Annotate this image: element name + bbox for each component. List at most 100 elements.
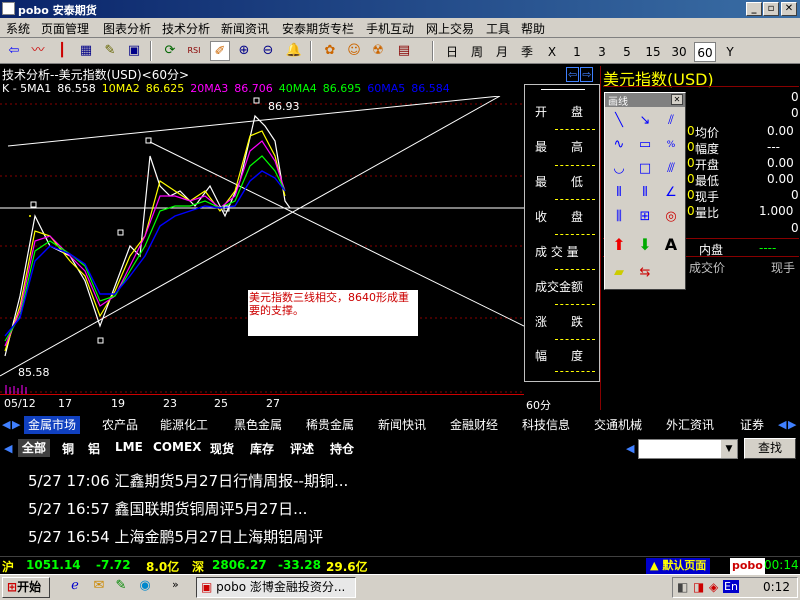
fan-tool-icon[interactable]: ⫻	[661, 159, 681, 179]
cycle-tool-icon[interactable]: ⦀	[635, 183, 655, 203]
tray-icon[interactable]: ◧	[677, 580, 688, 594]
menu-antai-column[interactable]: 安泰期货专栏	[282, 20, 354, 37]
period-1[interactable]: 1	[567, 42, 587, 62]
period-day[interactable]: 日	[442, 42, 462, 62]
media-icon[interactable]: ◉	[136, 578, 154, 596]
ray-tool-icon[interactable]: ↘	[635, 111, 655, 131]
kline-chart[interactable]	[0, 96, 524, 394]
tab-forex[interactable]: 外汇资讯	[662, 416, 718, 434]
mail-icon[interactable]: ✉	[90, 578, 108, 596]
news-item[interactable]: 5/27 16:54 上海金鹏5月27日上海期铝周评	[28, 526, 323, 547]
period-15[interactable]: 15	[642, 42, 664, 62]
line-chart-icon[interactable]: 〰	[28, 41, 48, 61]
subtab-all[interactable]: 全部	[18, 439, 51, 457]
kline-icon[interactable]: ┃	[52, 41, 72, 61]
subtab-spot[interactable]: 现货	[210, 440, 234, 457]
menu-page-manage[interactable]: 页面管理	[41, 20, 89, 37]
quick-launch-more-icon[interactable]: »	[172, 578, 179, 591]
search-button[interactable]: 查找	[744, 438, 796, 459]
smile-icon[interactable]: ☺	[344, 41, 364, 61]
default-page-button[interactable]: ▲ 默认页面	[646, 558, 711, 574]
search-dropdown[interactable]: ▼	[638, 439, 738, 459]
menu-help[interactable]: 帮助	[521, 20, 545, 37]
pencil-icon[interactable]: ✐	[210, 41, 230, 61]
menu-mobile[interactable]: 手机互动	[366, 20, 414, 37]
period-30[interactable]: 30	[668, 42, 690, 62]
rsi-icon[interactable]: RSI	[184, 41, 204, 61]
menu-tools[interactable]: 工具	[486, 20, 510, 37]
tab-ferrous[interactable]: 黑色金属	[230, 416, 286, 434]
tab-precious[interactable]: 稀贵金属	[302, 416, 358, 434]
draw-tool-palette[interactable]: 画线 ✕ ╲ ↘ ⫽ ∿ ▭ % ◡ □ ⫻ ⦀ ⦀ ∠ ⫼ ⊞ ◎ ⬆ ⬇ A…	[604, 92, 686, 290]
chart-area[interactable]: 技术分析--美元指数(USD)<60分> ⇦ ⇨ K - 5MA1 86.558 10…	[0, 66, 600, 412]
tab-energy[interactable]: 能源化工	[156, 416, 212, 434]
zoom-in-icon[interactable]: ⊕	[234, 41, 254, 61]
zoom-out-icon[interactable]: ⊖	[258, 41, 278, 61]
period-3[interactable]: 3	[592, 42, 612, 62]
box-tool-icon[interactable]: □	[635, 159, 655, 179]
alarm-icon[interactable]: 🔔	[284, 41, 304, 61]
taskbar-app-button[interactable]: ▣ pobo 澎博金融投资分...	[196, 577, 356, 598]
menu-tech-analysis[interactable]: 技术分析	[162, 20, 210, 37]
flower-icon[interactable]: ✿	[320, 41, 340, 61]
period-month[interactable]: 月	[492, 42, 512, 62]
tray-icon[interactable]: ◈	[709, 580, 718, 594]
subtab-inventory[interactable]: 库存	[250, 440, 274, 457]
ie-icon[interactable]: ℯ	[66, 578, 84, 596]
palette-close-button[interactable]: ✕	[671, 94, 683, 105]
tab-agri[interactable]: 农产品	[98, 416, 142, 434]
subtab-lme[interactable]: LME	[115, 440, 143, 454]
delete-lines-icon[interactable]: ⇆	[635, 263, 655, 283]
angle-tool-icon[interactable]: ∠	[661, 183, 681, 203]
up-arrow-icon[interactable]: ⬆	[609, 235, 629, 255]
maximize-button[interactable]: ▫	[763, 2, 779, 16]
tab-right-arrow-icon[interactable]: ▶	[12, 418, 20, 431]
table-icon[interactable]: ▦	[76, 41, 96, 61]
tab-scroll-right-icon[interactable]: ▶	[788, 418, 796, 431]
tab-finance[interactable]: 金融财经	[446, 416, 502, 434]
ime-indicator[interactable]: En	[723, 580, 739, 593]
arc-tool-icon[interactable]: ◡	[609, 159, 629, 179]
edit-icon[interactable]: ✎	[112, 578, 130, 596]
subtab-copper[interactable]: 铜	[62, 440, 74, 457]
period-x[interactable]: X	[542, 42, 562, 62]
radiation-icon[interactable]: ☢	[368, 41, 388, 61]
period-60-selected[interactable]: 60	[694, 42, 716, 62]
line-tool-icon[interactable]: ╲	[609, 111, 629, 131]
tray-icon[interactable]: ◨	[693, 580, 704, 594]
parallel-tool-icon[interactable]: ⫽	[661, 111, 681, 131]
circle-tool-icon[interactable]: ◎	[661, 207, 681, 227]
refresh-icon[interactable]: ⟳	[160, 41, 180, 61]
menu-system[interactable]: 系统	[6, 20, 30, 37]
dropdown-arrow-icon[interactable]: ▼	[721, 440, 737, 458]
book-icon[interactable]: ▤	[394, 41, 414, 61]
subtab-right-icon[interactable]: ◀	[626, 442, 634, 455]
eraser-icon[interactable]: ▰	[609, 263, 629, 283]
news-item[interactable]: 5/27 16:57 鑫国联期货铜周评5月27日...	[28, 498, 307, 519]
subtab-left-icon[interactable]: ◀	[4, 442, 12, 455]
tab-transport[interactable]: 交通机械	[590, 416, 646, 434]
chart-nav-arrows[interactable]: ⇦ ⇨	[566, 67, 594, 82]
back-arrow-icon[interactable]: ⇦	[4, 41, 24, 61]
tab-securities[interactable]: 证券	[736, 416, 768, 434]
period-y[interactable]: Y	[720, 42, 740, 62]
note-icon[interactable]: ✎	[100, 41, 120, 61]
down-arrow-icon[interactable]: ⬇	[635, 235, 655, 255]
rect-tool-icon[interactable]: ▭	[635, 135, 655, 155]
period-week[interactable]: 周	[467, 42, 487, 62]
news-item[interactable]: 5/27 17:06 汇鑫期货5月27日行情周报--期铜...	[28, 470, 348, 491]
prev-arrow-icon[interactable]: ⇦	[566, 67, 580, 82]
tab-metal-market[interactable]: 金属市场	[24, 416, 81, 434]
channel-tool-icon[interactable]: ⫼	[609, 207, 629, 227]
minimize-button[interactable]: _	[746, 2, 762, 16]
tab-newsflash[interactable]: 新闻快讯	[374, 416, 430, 434]
next-arrow-icon[interactable]: ⇨	[580, 67, 594, 82]
menu-online-trade[interactable]: 网上交易	[426, 20, 474, 37]
window-icon[interactable]: ▣	[124, 41, 144, 61]
text-tool-icon[interactable]: A	[661, 235, 681, 255]
subtab-position[interactable]: 持仓	[330, 440, 354, 457]
subtab-comex[interactable]: COMEX	[153, 440, 201, 454]
bars-tool-icon[interactable]: ⦀	[609, 183, 629, 203]
menu-news[interactable]: 新闻资讯	[221, 20, 269, 37]
tab-left-arrow-icon[interactable]: ◀	[2, 418, 10, 431]
